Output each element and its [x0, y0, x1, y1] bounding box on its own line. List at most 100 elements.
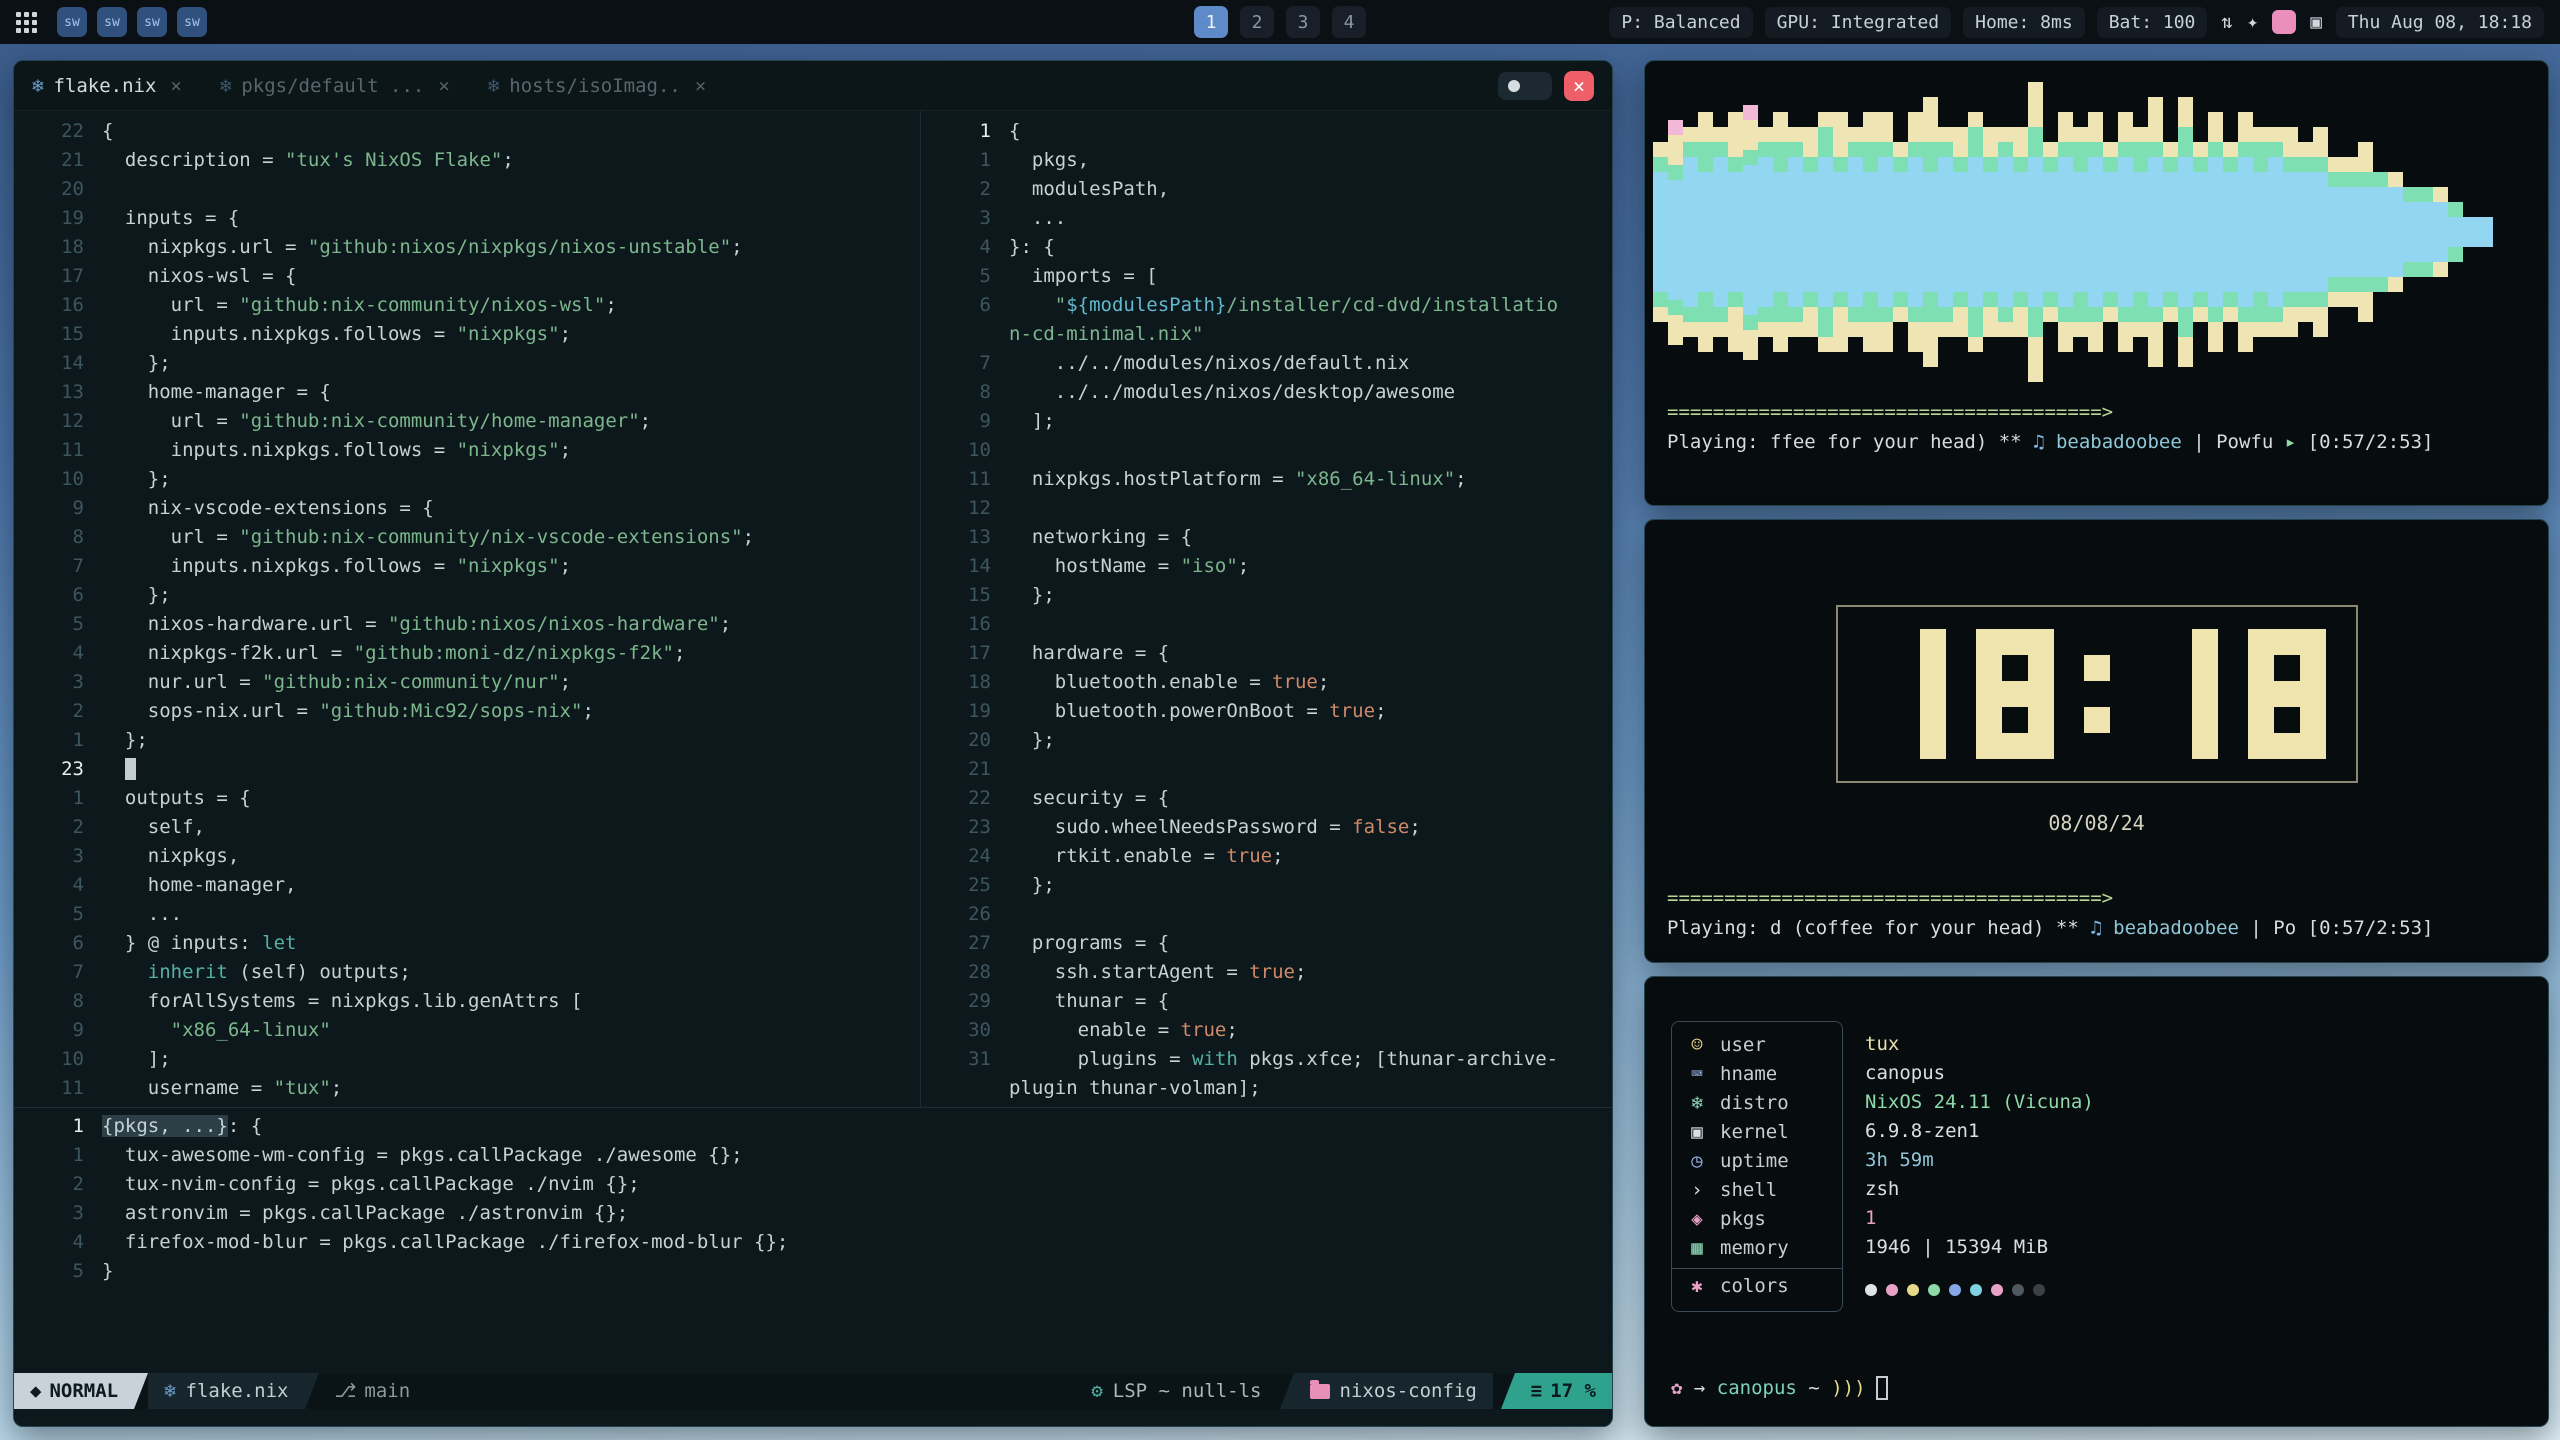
code-line[interactable]: 20	[14, 175, 920, 204]
code-line[interactable]: 1 tux-awesome-wm-config = pkgs.callPacka…	[14, 1141, 1612, 1170]
code-line[interactable]: 2 tux-nvim-config = pkgs.callPackage ./n…	[14, 1170, 1612, 1199]
code-line[interactable]: 11 inputs.nixpkgs.follows = "nixpkgs";	[14, 436, 920, 465]
network-icon[interactable]: ⇅	[2221, 11, 2232, 33]
code-line[interactable]: 1 };	[14, 726, 920, 755]
code-line[interactable]: 8 ../../modules/nixos/desktop/awesome	[921, 378, 1612, 407]
launcher-grid-icon[interactable]	[16, 12, 37, 33]
code-line[interactable]: 4}: {	[921, 233, 1612, 262]
code-line[interactable]: plugin thunar-volman];	[921, 1074, 1612, 1103]
code-line[interactable]: 7 inherit (self) outputs;	[14, 958, 920, 987]
code-line[interactable]: 25 };	[921, 871, 1612, 900]
code-line[interactable]: 14 };	[14, 349, 920, 378]
code-line[interactable]: 16 url = "github:nix-community/nixos-wsl…	[14, 291, 920, 320]
close-window-button[interactable]: ×	[1564, 71, 1594, 101]
code-line[interactable]: 3 nur.url = "github:nix-community/nur";	[14, 668, 920, 697]
close-tab-icon[interactable]: ×	[170, 75, 181, 97]
code-line[interactable]: 2 sops-nix.url = "github:Mic92/sops-nix"…	[14, 697, 920, 726]
app-icon[interactable]: sw	[57, 7, 87, 37]
shield-icon[interactable]: ✦	[2247, 11, 2258, 33]
code-line[interactable]: 6 };	[14, 581, 920, 610]
code-line[interactable]: 3 nixpkgs,	[14, 842, 920, 871]
code-line[interactable]: 28 ssh.startAgent = true;	[921, 958, 1612, 987]
code-line[interactable]: 24 rtkit.enable = true;	[921, 842, 1612, 871]
code-line[interactable]: 5 nixos-hardware.url = "github:nixos/nix…	[14, 610, 920, 639]
color-picker-icon[interactable]	[2272, 10, 2296, 34]
code-line[interactable]: 18 nixpkgs.url = "github:nixos/nixpkgs/n…	[14, 233, 920, 262]
code-line[interactable]: 20 };	[921, 726, 1612, 755]
code-line[interactable]: n-cd-minimal.nix"	[921, 320, 1612, 349]
code-line[interactable]: 22 security = {	[921, 784, 1612, 813]
app-icon[interactable]: sw	[177, 7, 207, 37]
code-line[interactable]: 11 nixpkgs.hostPlatform = "x86_64-linux"…	[921, 465, 1612, 494]
code-line[interactable]: 11 username = "tux";	[14, 1074, 920, 1103]
code-line[interactable]: 7 ../../modules/nixos/default.nix	[921, 349, 1612, 378]
code-line[interactable]: 18 bluetooth.enable = true;	[921, 668, 1612, 697]
shell-prompt[interactable]: ✿ → canopus ~ )))	[1671, 1376, 1888, 1400]
code-line[interactable]: 5 ...	[14, 900, 920, 929]
pane-flake-nix[interactable]: 22{21 description = "tux's NixOS Flake";…	[14, 111, 920, 1107]
tab-pkgs-default-[interactable]: ❄pkgs/default ...×	[220, 75, 450, 97]
code-line[interactable]: 7 inputs.nixpkgs.follows = "nixpkgs";	[14, 552, 920, 581]
code-line[interactable]: 8 forAllSystems = nixpkgs.lib.genAttrs [	[14, 987, 920, 1016]
code-line[interactable]: 22{	[14, 117, 920, 146]
code-line[interactable]: 2 self,	[14, 813, 920, 842]
code-line[interactable]: 4 firefox-mod-blur = pkgs.callPackage ./…	[14, 1228, 1612, 1257]
code-line[interactable]: 27 programs = {	[921, 929, 1612, 958]
code-line[interactable]: 4 home-manager,	[14, 871, 920, 900]
code-line[interactable]: 6 "${modulesPath}/installer/cd-dvd/insta…	[921, 291, 1612, 320]
code-line[interactable]: 5 imports = [	[921, 262, 1612, 291]
code-line[interactable]: 14 hostName = "iso";	[921, 552, 1612, 581]
toggle-pill[interactable]	[1498, 72, 1552, 100]
workspace-tag-1[interactable]: 1	[1194, 6, 1228, 38]
code-line[interactable]: 17 nixos-wsl = {	[14, 262, 920, 291]
code-line[interactable]: 26	[921, 900, 1612, 929]
code-line[interactable]: 9 "x86_64-linux"	[14, 1016, 920, 1045]
app-icon[interactable]: sw	[97, 7, 127, 37]
close-tab-icon[interactable]: ×	[695, 75, 706, 97]
code-line[interactable]: 6 } @ inputs: let	[14, 929, 920, 958]
code-line[interactable]: 19 inputs = {	[14, 204, 920, 233]
code-line[interactable]: 10 };	[14, 465, 920, 494]
code-line[interactable]: 12 url = "github:nix-community/home-mana…	[14, 407, 920, 436]
code-line[interactable]: 9 ];	[921, 407, 1612, 436]
code-line[interactable]: 29 thunar = {	[921, 987, 1612, 1016]
code-line[interactable]: 13 home-manager = {	[14, 378, 920, 407]
code-line[interactable]: 19 bluetooth.powerOnBoot = true;	[921, 697, 1612, 726]
code-line[interactable]: 3 astronvim = pkgs.callPackage ./astronv…	[14, 1199, 1612, 1228]
workspace-tag-3[interactable]: 3	[1286, 6, 1320, 38]
code-line[interactable]: 8 url = "github:nix-community/nix-vscode…	[14, 523, 920, 552]
code-line[interactable]: 1 outputs = {	[14, 784, 920, 813]
code-line[interactable]: 9 nix-vscode-extensions = {	[14, 494, 920, 523]
code-line[interactable]: 10 ];	[14, 1045, 920, 1074]
code-line[interactable]: 17 hardware = {	[921, 639, 1612, 668]
code-line[interactable]: 13 networking = {	[921, 523, 1612, 552]
code-line[interactable]: 16	[921, 610, 1612, 639]
code-line[interactable]: 23 sudo.wheelNeedsPassword = false;	[921, 813, 1612, 842]
close-tab-icon[interactable]: ×	[438, 75, 449, 97]
display-icon[interactable]: ▣	[2310, 11, 2321, 33]
command-line[interactable]	[14, 1409, 1612, 1426]
workspace-tag-2[interactable]: 2	[1240, 6, 1274, 38]
tab-hosts-isoimag-[interactable]: ❄hosts/isoImag..×	[488, 75, 707, 97]
code-line[interactable]: 31 plugins = with pkgs.xfce; [thunar-arc…	[921, 1045, 1612, 1074]
app-icon[interactable]: sw	[137, 7, 167, 37]
code-line[interactable]: 4 nixpkgs-f2k.url = "github:moni-dz/nixp…	[14, 639, 920, 668]
code-line[interactable]: 30 enable = true;	[921, 1016, 1612, 1045]
code-line[interactable]: 12	[921, 494, 1612, 523]
pane-iso-image[interactable]: 1{1 pkgs,2 modulesPath,3 ...4}: {5 impor…	[920, 111, 1612, 1107]
code-line[interactable]: 21	[921, 755, 1612, 784]
code-line[interactable]: 15 };	[921, 581, 1612, 610]
code-line[interactable]: 3 ...	[921, 204, 1612, 233]
code-line[interactable]: 23	[14, 755, 920, 784]
pane-pkgs-default[interactable]: 1{pkgs, ...}: {1 tux-awesome-wm-config =…	[14, 1107, 1612, 1375]
code-line[interactable]: 21 description = "tux's NixOS Flake";	[14, 146, 920, 175]
tab-flake-nix[interactable]: ❄flake.nix×	[32, 75, 182, 97]
code-line[interactable]: 1{pkgs, ...}: {	[14, 1112, 1612, 1141]
code-line[interactable]: 1 pkgs,	[921, 146, 1612, 175]
code-line[interactable]: 15 inputs.nixpkgs.follows = "nixpkgs";	[14, 320, 920, 349]
code-line[interactable]: 5}	[14, 1257, 1612, 1286]
code-line[interactable]: 10	[921, 436, 1612, 465]
code-line[interactable]: 1{	[921, 117, 1612, 146]
workspace-tag-4[interactable]: 4	[1332, 6, 1366, 38]
code-line[interactable]: 2 modulesPath,	[921, 175, 1612, 204]
